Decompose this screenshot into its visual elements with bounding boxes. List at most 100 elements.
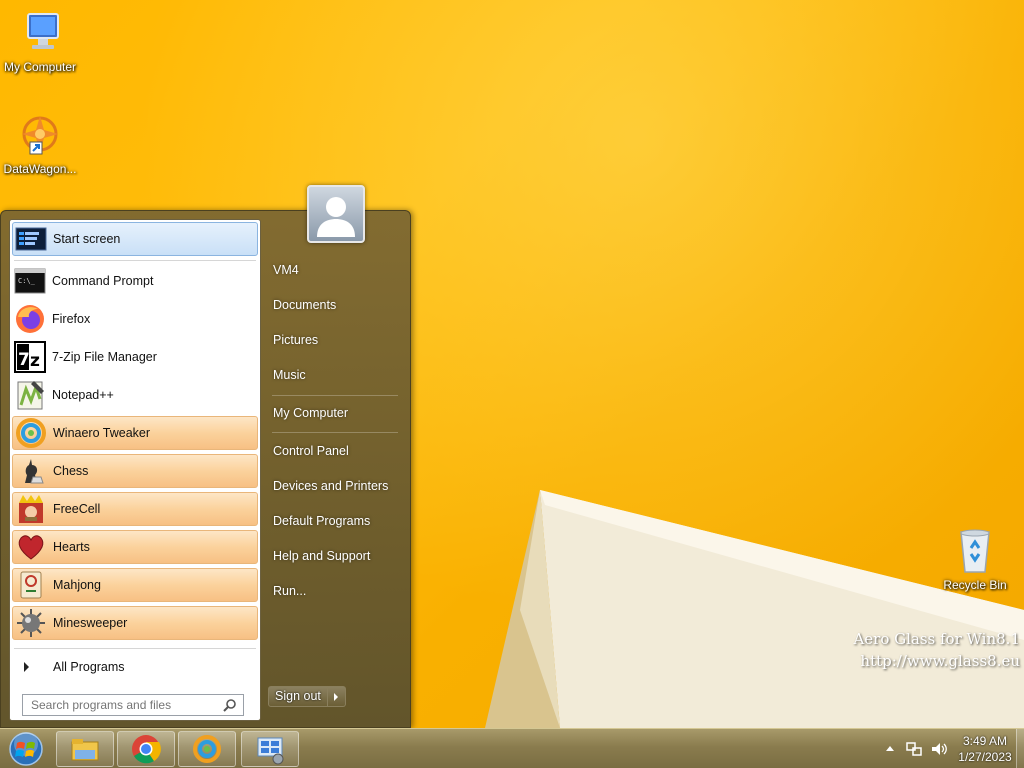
- right-item-label: Pictures: [273, 333, 319, 347]
- network-icon[interactable]: [906, 741, 922, 757]
- mahjong-icon: [15, 569, 47, 601]
- program-label: Chess: [53, 464, 89, 478]
- svg-text:z: z: [30, 351, 40, 371]
- clock-date: 1/27/2023: [958, 750, 1012, 764]
- file-explorer-icon: [71, 739, 99, 761]
- sign-out-control: Sign out: [268, 686, 346, 707]
- program-winaero-tweaker[interactable]: Winaero Tweaker: [12, 416, 258, 450]
- divider: [14, 260, 256, 261]
- chrome-icon: [132, 735, 161, 764]
- taskbar-winaero[interactable]: [178, 731, 236, 767]
- notepadpp-icon: [14, 379, 46, 411]
- minesweeper-icon: [15, 607, 47, 639]
- program-mahjong[interactable]: Mahjong: [12, 568, 258, 602]
- program-freecell[interactable]: FreeCell: [12, 492, 258, 526]
- windows-orb-icon: [9, 732, 43, 766]
- all-programs-button[interactable]: All Programs: [18, 656, 254, 678]
- desktop-icon-label: Recycle Bin: [943, 578, 1007, 592]
- command-prompt-icon: C:\_: [14, 265, 46, 297]
- start-menu: Start screen C:\_ Command Prompt Firefox…: [0, 210, 411, 728]
- taskbar: 3:49 AM 1/27/2023: [0, 728, 1024, 768]
- program-start-screen[interactable]: Start screen: [12, 222, 258, 256]
- search-icon[interactable]: [223, 698, 237, 712]
- desktop-icon-label: My Computer: [3, 60, 77, 74]
- recycle-bin-icon: [951, 528, 999, 576]
- right-item-label: Help and Support: [273, 549, 371, 563]
- computer-icon: [16, 10, 64, 58]
- start-menu-item-music[interactable]: Music: [266, 360, 400, 390]
- start-search-box[interactable]: [22, 694, 244, 716]
- search-input[interactable]: [31, 698, 223, 712]
- arrow-right-icon: [24, 662, 29, 672]
- program-chess[interactable]: Chess: [12, 454, 258, 488]
- right-item-label: Devices and Printers: [273, 479, 389, 493]
- divider: [272, 395, 398, 396]
- right-item-label: Default Programs: [273, 514, 371, 528]
- firefox-icon: [14, 303, 46, 335]
- start-menu-programs-pane: Start screen C:\_ Command Prompt Firefox…: [9, 219, 261, 721]
- winaero-icon: [193, 735, 221, 763]
- taskbar-chrome[interactable]: [117, 731, 175, 767]
- start-menu-item-control-panel[interactable]: Control Panel: [266, 436, 400, 466]
- shutdown-options-button[interactable]: [327, 686, 346, 707]
- desktop-icon-datawagon[interactable]: DataWagon...: [0, 112, 80, 176]
- start-button[interactable]: [6, 730, 46, 768]
- hearts-icon: [15, 531, 47, 563]
- start-menu-item-help-support[interactable]: Help and Support: [266, 541, 400, 571]
- program-label: Hearts: [53, 540, 90, 554]
- program-7zip[interactable]: 7z 7-Zip File Manager: [12, 340, 258, 374]
- svg-text:C:\_: C:\_: [18, 277, 36, 285]
- desktop-icon-label: DataWagon...: [3, 162, 77, 176]
- control-panel-icon: [257, 737, 284, 765]
- program-command-prompt[interactable]: C:\_ Command Prompt: [12, 264, 258, 298]
- winaero-icon: [15, 417, 47, 449]
- user-avatar-icon: [317, 197, 355, 237]
- system-clock[interactable]: 3:49 AM 1/27/2023: [950, 733, 1020, 765]
- program-minesweeper[interactable]: Minesweeper: [12, 606, 258, 640]
- chess-icon: [15, 455, 47, 487]
- divider: [14, 648, 256, 649]
- right-item-label: My Computer: [273, 406, 349, 420]
- program-label: Mahjong: [53, 578, 101, 592]
- right-item-label: Documents: [273, 298, 337, 312]
- program-label: 7-Zip File Manager: [52, 350, 157, 364]
- start-menu-item-user[interactable]: VM4: [266, 255, 400, 285]
- watermark-url: http://www.glass8.eu: [860, 652, 1020, 670]
- start-menu-item-pictures[interactable]: Pictures: [266, 325, 400, 355]
- start-screen-icon: [15, 223, 47, 255]
- right-item-label: Run...: [273, 584, 307, 598]
- program-label: Firefox: [52, 312, 91, 326]
- program-label: Winaero Tweaker: [53, 426, 151, 440]
- program-label: Start screen: [53, 232, 121, 246]
- show-desktop-button[interactable]: [1016, 729, 1024, 768]
- program-label: FreeCell: [53, 502, 101, 516]
- right-item-label: VM4: [273, 263, 299, 277]
- right-item-label: Music: [273, 368, 306, 382]
- freecell-icon: [15, 493, 47, 525]
- watermark-title: Aero Glass for Win8.1: [853, 630, 1020, 648]
- start-menu-item-my-computer[interactable]: My Computer: [266, 398, 400, 428]
- start-menu-item-run[interactable]: Run...: [266, 576, 400, 606]
- program-hearts[interactable]: Hearts: [12, 530, 258, 564]
- desktop-icon-my-computer[interactable]: My Computer: [0, 10, 80, 74]
- right-item-label: Control Panel: [273, 444, 349, 458]
- user-picture[interactable]: [307, 185, 365, 243]
- program-label: Notepad++: [52, 388, 114, 402]
- start-menu-item-devices-printers[interactable]: Devices and Printers: [266, 471, 400, 501]
- desktop-icon-recycle-bin[interactable]: Recycle Bin: [935, 528, 1015, 592]
- volume-icon[interactable]: [930, 741, 948, 757]
- start-menu-item-default-programs[interactable]: Default Programs: [266, 506, 400, 536]
- sign-out-button[interactable]: Sign out: [268, 686, 328, 707]
- program-firefox[interactable]: Firefox: [12, 302, 258, 336]
- program-notepadpp[interactable]: Notepad++: [12, 378, 258, 412]
- divider: [272, 432, 398, 433]
- show-hidden-icons-button[interactable]: [886, 746, 894, 751]
- aero-glass-watermark: Aero Glass for Win8.1 http://www.glass8.…: [853, 628, 1020, 672]
- taskbar-control-panel[interactable]: [241, 731, 299, 767]
- arrow-right-icon: [334, 692, 339, 701]
- all-programs-label: All Programs: [53, 660, 125, 674]
- taskbar-file-explorer[interactable]: [56, 731, 114, 767]
- svg-text:7: 7: [18, 350, 30, 370]
- clock-time: 3:49 AM: [962, 734, 1008, 748]
- start-menu-item-documents[interactable]: Documents: [266, 290, 400, 320]
